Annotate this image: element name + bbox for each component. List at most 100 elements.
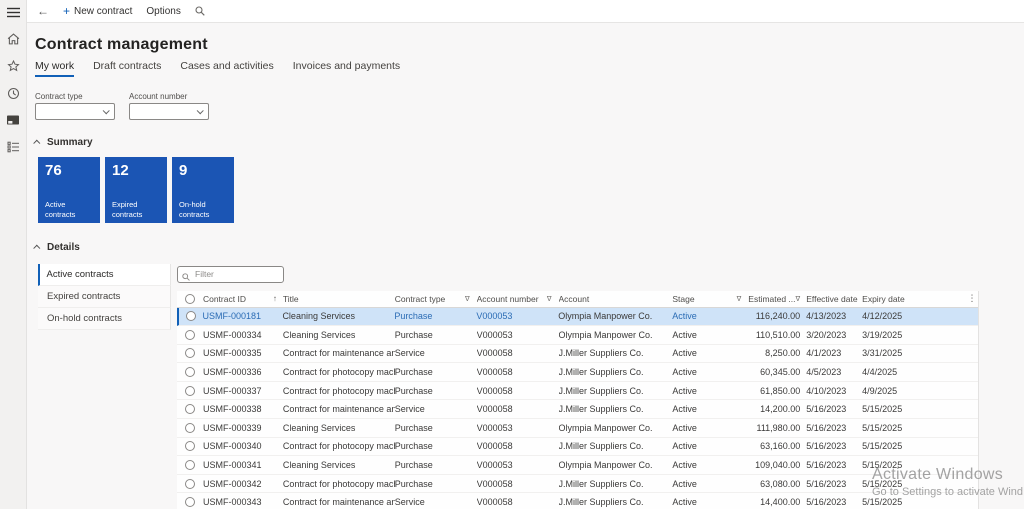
cell-account-number[interactable]: V000053 xyxy=(476,311,558,321)
favorites-star-icon[interactable] xyxy=(5,58,21,74)
row-select-radio[interactable] xyxy=(184,367,195,378)
row-select-radio[interactable] xyxy=(184,404,195,415)
tile-active-contracts[interactable]: 76 Active contracts xyxy=(38,157,100,223)
tab-my-work[interactable]: My work xyxy=(35,60,75,77)
table-row[interactable]: USMF-000338 Contract for maintenance and… xyxy=(177,400,978,420)
table-row[interactable]: USMF-000334 Cleaning Services Purchase V… xyxy=(177,326,978,345)
column-header-effective-date[interactable]: Effective date xyxy=(806,294,862,304)
table-row[interactable]: USMF-000340 Contract for photocopy machi… xyxy=(177,438,978,457)
cell-expiry-date: 3/31/2025 xyxy=(862,348,903,359)
cell-effective-date: 4/13/2023 xyxy=(806,311,847,322)
tab-cases-and-activities[interactable]: Cases and activities xyxy=(180,60,273,77)
row-select-radio[interactable] xyxy=(184,348,195,359)
cell-account-number[interactable]: V000058 xyxy=(477,367,559,377)
cell-stage: Active xyxy=(672,404,697,415)
cell-account-number[interactable]: V000058 xyxy=(477,386,559,396)
row-select-radio[interactable] xyxy=(185,311,196,322)
filter-funnel-icon[interactable]: ∇ xyxy=(737,295,742,303)
row-select-radio[interactable] xyxy=(184,422,195,433)
cell-expiry-date: 5/15/2025 xyxy=(862,441,903,452)
cell-account-number[interactable]: V000053 xyxy=(477,460,559,470)
tile-expired-contracts[interactable]: 12 Expired contracts xyxy=(105,157,167,223)
cell-contract-id[interactable]: USMF-000338 xyxy=(203,404,283,414)
cell-account-number[interactable]: V000058 xyxy=(477,497,559,507)
cell-account-number[interactable]: V000053 xyxy=(477,330,559,340)
cell-contract-id[interactable]: USMF-000335 xyxy=(203,348,283,358)
account-number-dropdown[interactable] xyxy=(129,103,209,120)
table-row[interactable]: USMF-000342 Contract for photocopy machi… xyxy=(177,475,978,494)
cell-contract-id[interactable]: USMF-000181 xyxy=(202,311,282,321)
list-item-active-contracts[interactable]: Active contracts xyxy=(38,264,171,286)
contract-management-app: ← + New contract Options Contract manage… xyxy=(0,0,1024,509)
table-row[interactable]: USMF-000181 Cleaning Services Purchase V… xyxy=(177,307,978,327)
row-select-radio[interactable] xyxy=(184,385,195,396)
cell-expiry-date: 4/9/2025 xyxy=(862,385,898,396)
modules-list-icon[interactable] xyxy=(5,139,21,155)
row-select-radio[interactable] xyxy=(184,497,195,508)
table-row[interactable]: USMF-000337 Contract for photocopy machi… xyxy=(177,382,978,401)
cell-contract-id[interactable]: USMF-000337 xyxy=(203,386,283,396)
workspaces-icon[interactable] xyxy=(5,112,21,128)
filter-funnel-icon[interactable]: ∇ xyxy=(465,295,470,303)
more-options-icon[interactable]: ⋮ xyxy=(968,293,977,303)
options-menu-button[interactable]: Options xyxy=(146,6,180,17)
cell-title: Contract for maintenance and r... xyxy=(282,348,395,359)
row-select-radio[interactable] xyxy=(184,329,195,340)
column-header-expiry-date[interactable]: Expiry date xyxy=(862,294,966,304)
cell-account-number[interactable]: V000053 xyxy=(477,423,559,433)
row-select-radio[interactable] xyxy=(184,441,195,452)
list-item-on-hold-contracts[interactable]: On-hold contracts xyxy=(38,308,171,330)
cell-contract-type: Purchase xyxy=(394,385,433,396)
cell-contract-id[interactable]: USMF-000336 xyxy=(203,367,283,377)
column-header-account-number[interactable]: Account number ∇ xyxy=(477,294,559,304)
recent-clock-icon[interactable] xyxy=(5,85,21,101)
cell-contract-id[interactable]: USMF-000340 xyxy=(203,441,283,451)
cell-title: Cleaning Services xyxy=(282,329,356,340)
cell-contract-id[interactable]: USMF-000342 xyxy=(203,479,283,489)
cell-account-number[interactable]: V000058 xyxy=(477,404,559,414)
details-section-header[interactable]: Details xyxy=(33,242,1024,253)
table-row[interactable]: USMF-000343 Contract for maintenance and… xyxy=(177,493,978,509)
chevron-down-icon xyxy=(102,107,110,115)
cell-contract-id[interactable]: USMF-000334 xyxy=(203,330,283,340)
tile-on-hold-contracts[interactable]: 9 On-hold contracts xyxy=(172,157,234,223)
summary-section-header[interactable]: Summary xyxy=(33,137,1024,148)
account-number-label: Account number xyxy=(129,92,188,101)
cell-contract-id[interactable]: USMF-000341 xyxy=(203,460,283,470)
column-header-contract-type[interactable]: Contract type ∇ xyxy=(395,294,477,304)
grid-filter-input[interactable] xyxy=(177,265,284,283)
cell-account-number[interactable]: V000058 xyxy=(477,441,559,451)
tab-draft-contracts[interactable]: Draft contracts xyxy=(93,60,161,77)
table-row[interactable]: USMF-000339 Cleaning Services Purchase V… xyxy=(177,419,978,438)
select-all-radio[interactable] xyxy=(184,293,195,304)
row-select-radio[interactable] xyxy=(184,460,195,471)
new-contract-button[interactable]: + New contract xyxy=(63,5,132,17)
cell-account: Olympia Manpower Co. xyxy=(558,460,653,471)
column-header-estimated[interactable]: Estimated ... ∇ xyxy=(748,294,806,304)
row-select-radio[interactable] xyxy=(184,478,195,489)
hamburger-menu-icon[interactable] xyxy=(5,4,21,20)
chevron-up-icon xyxy=(33,139,41,147)
cell-contract-id[interactable]: USMF-000343 xyxy=(203,497,283,507)
back-button[interactable]: ← xyxy=(37,4,49,18)
column-header-contract-id[interactable]: Contract ID ↑ xyxy=(203,294,283,304)
summary-tiles: 76 Active contracts 12 Expired contracts… xyxy=(38,157,1024,223)
cell-account-number[interactable]: V000058 xyxy=(477,348,559,358)
filter-fields: Contract type Account number xyxy=(35,92,1024,120)
table-row[interactable]: USMF-000336 Contract for photocopy machi… xyxy=(177,363,978,382)
cell-contract-id[interactable]: USMF-000339 xyxy=(203,423,283,433)
home-icon[interactable] xyxy=(5,31,21,47)
table-row[interactable]: USMF-000341 Cleaning Services Purchase V… xyxy=(177,456,978,475)
cell-stage: Active xyxy=(672,460,697,471)
tab-invoices-and-payments[interactable]: Invoices and payments xyxy=(293,60,400,77)
filter-funnel-icon[interactable]: ∇ xyxy=(796,295,801,303)
contract-type-dropdown[interactable] xyxy=(35,103,115,120)
search-icon[interactable] xyxy=(195,6,205,16)
filter-funnel-icon[interactable]: ∇ xyxy=(547,295,552,303)
column-header-stage[interactable]: Stage ∇ xyxy=(672,294,748,304)
column-header-account[interactable]: Account xyxy=(559,294,673,304)
table-row[interactable]: USMF-000335 Contract for maintenance and… xyxy=(177,345,978,364)
list-item-expired-contracts[interactable]: Expired contracts xyxy=(38,286,171,308)
cell-account-number[interactable]: V000058 xyxy=(477,479,559,489)
column-header-title[interactable]: Title xyxy=(283,294,395,304)
